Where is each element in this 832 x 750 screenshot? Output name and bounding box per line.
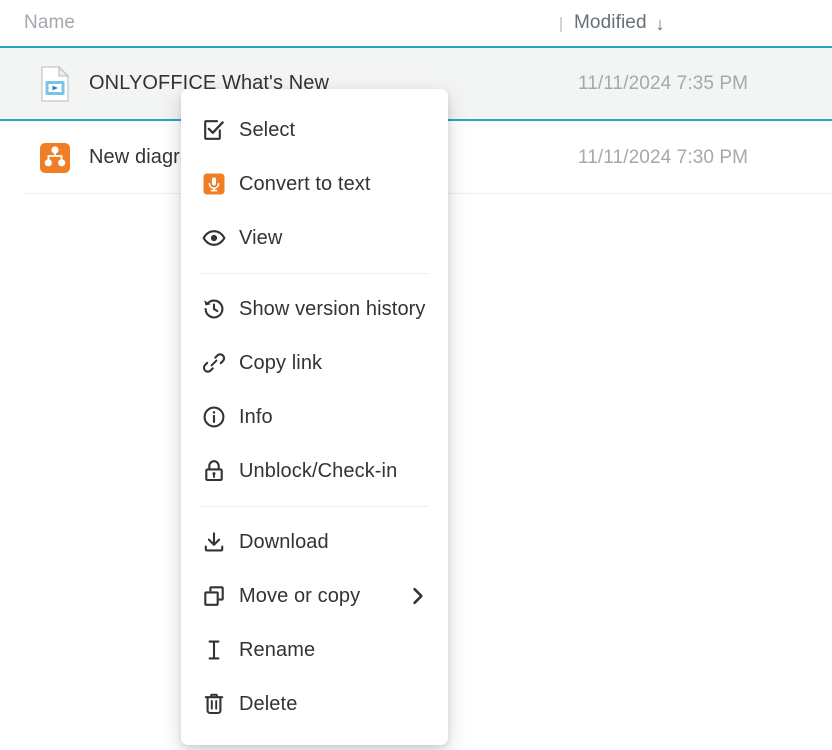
- menu-item-copy-link[interactable]: Copy link: [181, 336, 448, 390]
- column-header-modified-label: Modified: [574, 12, 647, 33]
- menu-item-select[interactable]: Select: [181, 103, 448, 157]
- menu-item-label: Convert to text: [239, 172, 371, 195]
- context-menu: Select Convert to text View Show version…: [181, 89, 448, 745]
- menu-item-unblock-check-in[interactable]: Unblock/Check-in: [181, 444, 448, 498]
- menu-item-label: Download: [239, 530, 329, 553]
- menu-item-label: Copy link: [239, 351, 323, 374]
- menu-item-label: Move or copy: [239, 584, 361, 607]
- media-file-icon: [33, 62, 77, 106]
- column-header-name-label: Name: [24, 12, 76, 33]
- menu-item-label: Show version history: [239, 297, 426, 320]
- menu-item-label: Rename: [239, 638, 316, 661]
- menu-item-move-or-copy[interactable]: Move or copy: [181, 569, 448, 623]
- menu-item-label: Select: [239, 118, 296, 141]
- menu-item-label: Info: [239, 405, 273, 428]
- column-header-name[interactable]: Name: [24, 0, 75, 46]
- copy-icon: [200, 582, 228, 610]
- link-icon: [200, 349, 228, 377]
- download-icon: [200, 528, 228, 556]
- menu-item-convert-to-text[interactable]: Convert to text: [181, 157, 448, 211]
- eye-icon: [200, 224, 228, 252]
- chevron-right-icon[interactable]: [407, 585, 429, 607]
- menu-item-label: Unblock/Check-in: [239, 459, 398, 482]
- info-circle-icon: [200, 403, 228, 431]
- checkbox-checked-icon: [200, 116, 228, 144]
- menu-item-label: View: [239, 226, 283, 249]
- table-header: Name Modified ↓: [0, 0, 832, 48]
- file-modified-date: 11/11/2024 7:30 PM: [578, 146, 749, 168]
- menu-item-info[interactable]: Info: [181, 390, 448, 444]
- menu-item-download[interactable]: Download: [181, 515, 448, 569]
- trash-icon: [200, 690, 228, 718]
- column-divider: [560, 16, 562, 32]
- history-clock-icon: [200, 295, 228, 323]
- lock-icon: [200, 457, 228, 485]
- menu-item-delete[interactable]: Delete: [181, 677, 448, 731]
- menu-item-view[interactable]: View: [181, 211, 448, 265]
- menu-separator: [200, 506, 428, 507]
- menu-item-show-version-history[interactable]: Show version history: [181, 282, 448, 336]
- menu-separator: [200, 273, 428, 274]
- file-manager-screen: Name Modified ↓ ONLYOFFICE What's New 11…: [0, 0, 832, 750]
- sort-descending-icon[interactable]: ↓: [656, 15, 665, 33]
- microphone-icon: [200, 170, 228, 198]
- column-header-modified[interactable]: Modified ↓: [560, 0, 665, 46]
- diagram-file-icon: [33, 136, 77, 180]
- file-modified-date: 11/11/2024 7:35 PM: [578, 72, 749, 94]
- menu-item-rename[interactable]: Rename: [181, 623, 448, 677]
- text-cursor-icon: [200, 636, 228, 664]
- menu-item-label: Delete: [239, 692, 298, 715]
